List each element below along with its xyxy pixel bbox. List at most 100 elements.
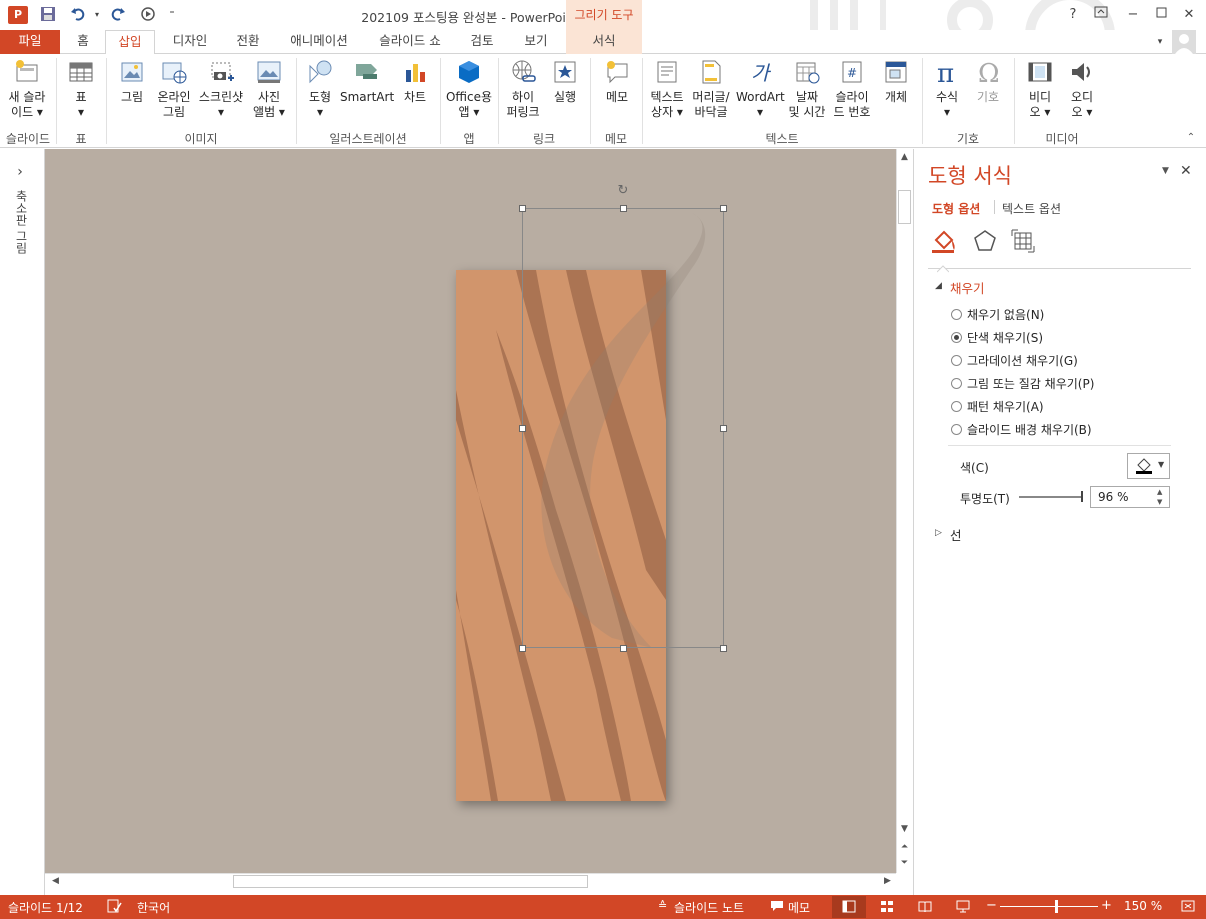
customize-toolbar-icon[interactable]: ⁼ <box>162 6 182 24</box>
start-slideshow-icon[interactable] <box>138 6 158 24</box>
next-slide-icon[interactable]: ⏷ <box>897 856 912 871</box>
chart-button[interactable]: 차트 <box>396 58 434 105</box>
fill-line-icon[interactable] <box>930 228 958 254</box>
tab-transitions[interactable]: 전환 <box>226 30 270 54</box>
tab-insert[interactable]: 삽입 <box>105 30 155 55</box>
scroll-left-icon[interactable]: ◀ <box>48 874 63 889</box>
resize-handle[interactable] <box>720 425 727 432</box>
pane-options-dropdown-icon[interactable]: ▼ <box>1162 166 1169 176</box>
fill-color-button[interactable]: ▼ <box>1127 453 1170 479</box>
slideshow-view-icon[interactable] <box>956 900 970 913</box>
tab-animations[interactable]: 애니메이션 <box>278 30 360 54</box>
table-button[interactable]: 표 ▾ <box>62 58 100 120</box>
radio-solid-fill[interactable] <box>951 332 962 343</box>
no-fill-label[interactable]: 채우기 없음(N) <box>967 306 1044 323</box>
horizontal-scroll-thumb[interactable] <box>233 875 588 888</box>
hyperlink-button[interactable]: 하이 퍼링크 <box>502 58 544 120</box>
object-button[interactable]: 개체 <box>876 58 916 105</box>
maximize-button[interactable] <box>1150 4 1172 26</box>
resize-handle[interactable] <box>519 425 526 432</box>
account-dropdown-icon[interactable]: ▾ <box>1148 33 1172 51</box>
zoom-in-icon[interactable]: + <box>1101 898 1112 913</box>
zoom-slider-thumb[interactable] <box>1055 900 1058 913</box>
collapse-ribbon-icon[interactable]: ⌃ <box>1184 132 1198 144</box>
transparency-value[interactable]: 96 % <box>1098 490 1129 504</box>
solid-fill-label[interactable]: 단색 채우기(S) <box>967 329 1043 346</box>
gradient-fill-label[interactable]: 그라데이션 채우기(G) <box>967 352 1078 369</box>
comments-button[interactable]: 메모 <box>788 899 810 916</box>
undo-dropdown-icon[interactable]: ▾ <box>87 6 107 24</box>
audio-button[interactable]: 오디 오 ▾ <box>1062 58 1102 120</box>
powerpoint-logo-icon[interactable]: P <box>8 6 28 24</box>
slide-number-button[interactable]: # 슬라이 드 번호 <box>830 58 874 120</box>
language-indicator[interactable]: 한국어 <box>137 899 170 916</box>
scroll-down-icon[interactable]: ▼ <box>897 822 912 837</box>
resize-handle[interactable] <box>519 645 526 652</box>
date-time-button[interactable]: 날짜 및 시간 <box>786 58 828 120</box>
close-window-button[interactable]: ✕ <box>1178 4 1200 26</box>
screenshot-button[interactable]: 스크린샷 ▾ <box>196 58 246 120</box>
ribbon-display-options-icon[interactable] <box>1090 4 1112 26</box>
thumbnails-label[interactable]: 축소판 그림 <box>10 190 30 254</box>
vertical-scroll-thumb[interactable] <box>898 190 911 224</box>
tab-home[interactable]: 홈 <box>66 30 100 54</box>
size-properties-icon[interactable] <box>1010 228 1036 254</box>
minimize-button[interactable]: − <box>1122 4 1144 26</box>
tab-format[interactable]: 서식 <box>566 30 642 54</box>
line-section-expand-icon[interactable]: ▷ <box>935 528 942 538</box>
photo-album-button[interactable]: 사진 앨범 ▾ <box>248 58 290 120</box>
pattern-fill-label[interactable]: 패턴 채우기(A) <box>967 398 1044 415</box>
slide-sorter-icon[interactable] <box>880 900 894 913</box>
resize-handle[interactable] <box>620 645 627 652</box>
resize-handle[interactable] <box>519 205 526 212</box>
spin-down-icon[interactable]: ▼ <box>1157 498 1162 506</box>
normal-view-button[interactable] <box>832 896 866 918</box>
slide-counter[interactable]: 슬라이드 1/12 <box>8 899 83 916</box>
symbol-button[interactable]: Ω 기호 <box>968 58 1008 105</box>
reading-view-icon[interactable] <box>918 900 932 913</box>
vertical-scrollbar[interactable] <box>896 149 913 873</box>
fill-section-collapse-icon[interactable]: ◢ <box>935 281 942 291</box>
shapes-button[interactable]: 도형 ▾ <box>300 58 340 120</box>
tab-file[interactable]: 파일 <box>0 30 60 54</box>
radio-no-fill[interactable] <box>951 309 962 320</box>
tab-shape-options[interactable]: 도형 옵션 <box>932 200 980 217</box>
line-section-header[interactable]: 선 <box>950 525 962 544</box>
scroll-up-icon[interactable]: ▲ <box>897 150 912 165</box>
effects-pentagon-icon[interactable] <box>972 228 998 254</box>
header-footer-button[interactable]: 머리글/ 바닥글 <box>688 58 734 120</box>
office-apps-button[interactable]: Office용 앱 ▾ <box>444 58 494 120</box>
wordart-button[interactable]: 가 WordArt ▾ <box>736 58 785 120</box>
user-avatar[interactable] <box>1172 30 1196 54</box>
transparency-slider-thumb[interactable] <box>1081 491 1083 502</box>
radio-background-fill[interactable] <box>951 424 962 435</box>
smartart-button[interactable]: SmartArt <box>340 58 394 105</box>
selection-box[interactable] <box>522 208 724 648</box>
radio-gradient-fill[interactable] <box>951 355 962 366</box>
help-button[interactable]: ? <box>1062 4 1084 26</box>
spelling-check-icon[interactable] <box>106 898 122 914</box>
spin-up-icon[interactable]: ▲ <box>1157 488 1162 496</box>
fill-section-header[interactable]: 채우기 <box>950 278 985 297</box>
fit-to-window-icon[interactable] <box>1180 898 1196 914</box>
tab-view[interactable]: 보기 <box>512 30 560 54</box>
radio-pattern-fill[interactable] <box>951 401 962 412</box>
tab-slideshow[interactable]: 슬라이드 쇼 <box>368 30 452 54</box>
equation-button[interactable]: π 수식 ▾ <box>928 58 966 120</box>
comment-button[interactable]: 메모 <box>596 58 638 105</box>
radio-picture-fill[interactable] <box>951 378 962 389</box>
expand-thumbnails-icon[interactable]: › <box>12 164 28 180</box>
action-button[interactable]: 실행 <box>544 58 586 105</box>
tab-design[interactable]: 디자인 <box>162 30 218 54</box>
scroll-right-icon[interactable]: ▶ <box>880 874 895 889</box>
redo-icon[interactable] <box>108 6 128 24</box>
zoom-slider-track[interactable] <box>1000 906 1098 907</box>
new-slide-button[interactable]: 새 슬라 이드 ▾ <box>4 58 50 120</box>
close-pane-icon[interactable]: ✕ <box>1180 163 1192 179</box>
picture-button[interactable]: 그림 <box>112 58 152 105</box>
save-icon[interactable] <box>38 6 58 24</box>
previous-slide-icon[interactable]: ⏶ <box>897 840 912 855</box>
transparency-spinner[interactable]: 96 % ▲ ▼ <box>1090 486 1170 508</box>
resize-handle[interactable] <box>620 205 627 212</box>
resize-handle[interactable] <box>720 645 727 652</box>
